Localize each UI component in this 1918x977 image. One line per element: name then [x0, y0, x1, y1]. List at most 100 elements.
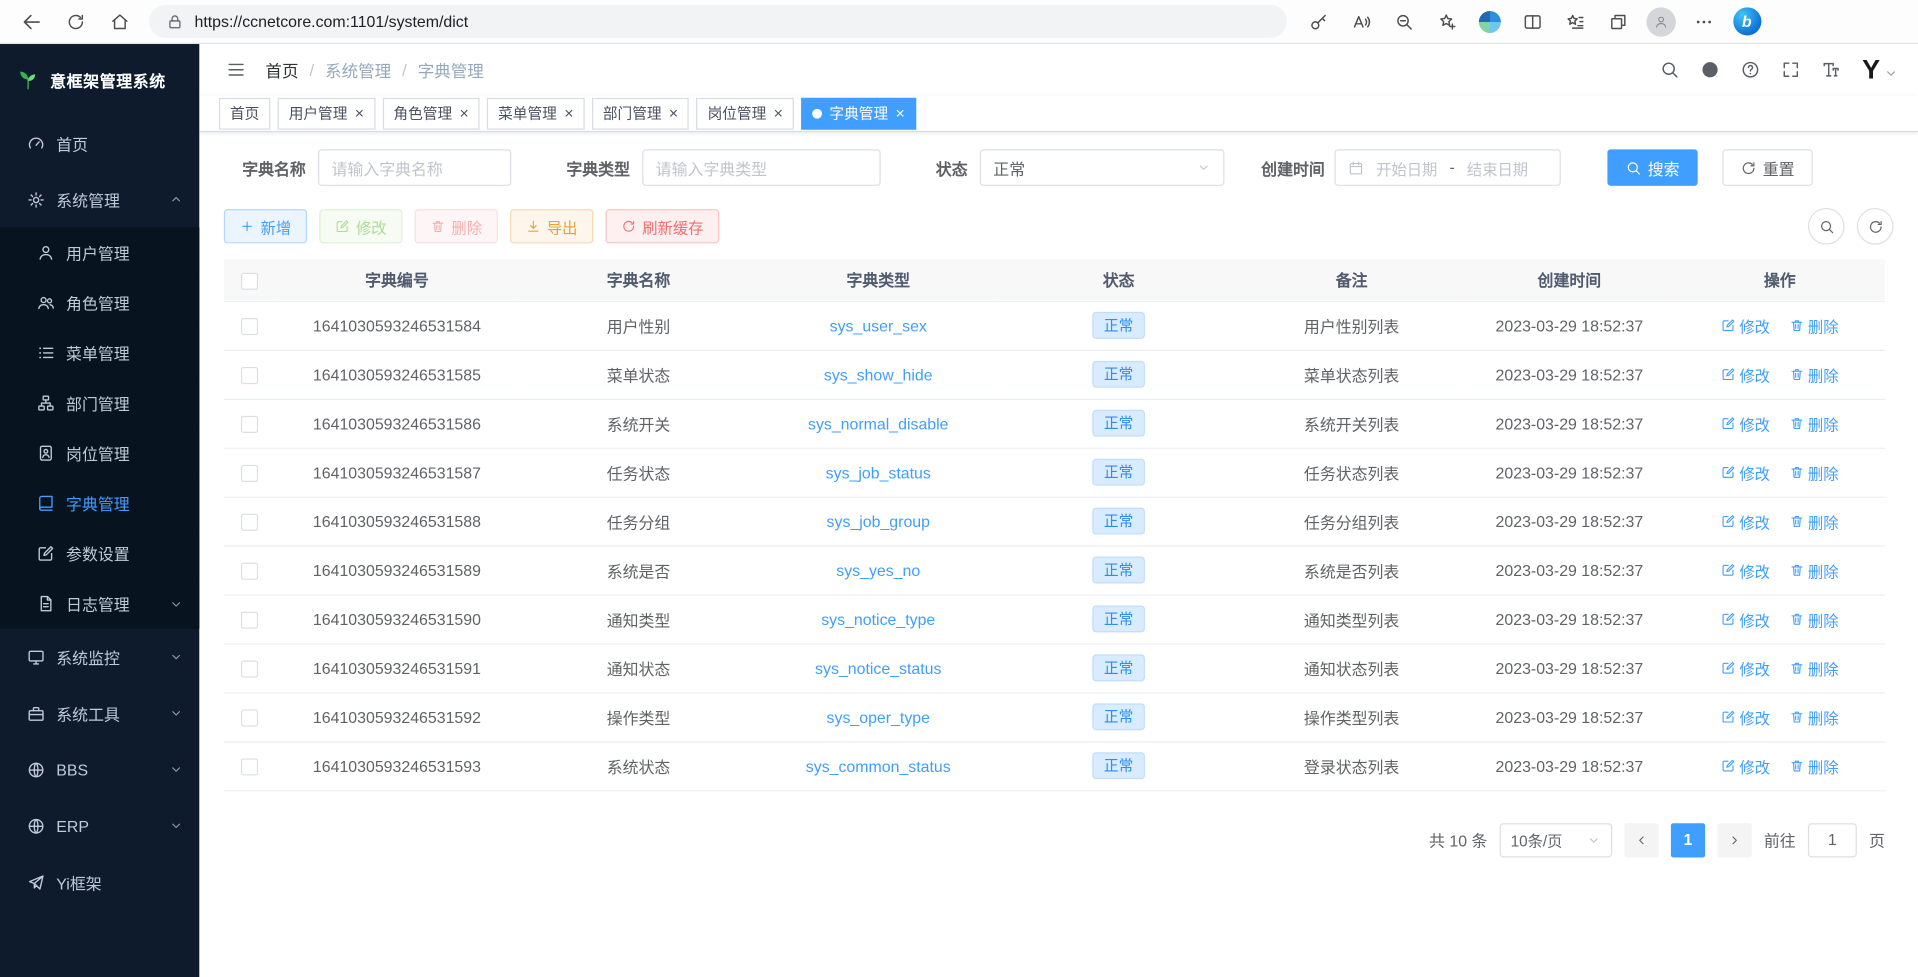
favorites-bar-icon[interactable]	[1558, 4, 1592, 38]
select-all-checkbox[interactable]	[241, 272, 258, 289]
search-button[interactable]: 搜索	[1607, 149, 1698, 186]
page-tab[interactable]: 角色管理 ×	[382, 97, 479, 129]
sidebar-item[interactable]: ERP	[0, 798, 199, 854]
user-avatar[interactable]: Y	[1862, 56, 1898, 83]
header-search-icon[interactable]	[1660, 60, 1680, 80]
status-select[interactable]: 正常	[980, 149, 1225, 186]
sidebar-item[interactable]: 菜单管理	[0, 328, 199, 378]
dict-type-link[interactable]: sys_oper_type	[827, 708, 930, 726]
browser-menu-icon[interactable]	[1687, 4, 1721, 38]
refresh-table-button[interactable]	[1857, 208, 1894, 245]
sidebar-item[interactable]: 首页	[0, 115, 199, 171]
sidebar-item[interactable]: 参数设置	[0, 528, 199, 578]
breadcrumb-item[interactable]: 首页	[265, 57, 298, 81]
tab-close-icon[interactable]: ×	[355, 105, 364, 121]
row-checkbox[interactable]	[241, 416, 258, 433]
add-favorite-icon[interactable]	[1430, 4, 1464, 38]
tab-close-icon[interactable]: ×	[895, 105, 904, 121]
dict-type-link[interactable]: sys_common_status	[806, 757, 951, 775]
page-tab[interactable]: 岗位管理 ×	[697, 97, 794, 129]
dict-type-link[interactable]: sys_job_group	[827, 512, 930, 530]
page-tab[interactable]: 字典管理 ×	[801, 97, 916, 129]
font-size-icon[interactable]	[1822, 60, 1842, 80]
add-button[interactable]: 新增	[224, 209, 307, 243]
sidebar-item[interactable]: 字典管理	[0, 478, 199, 528]
split-screen-icon[interactable]	[1516, 4, 1550, 38]
export-button[interactable]: 导出	[510, 209, 593, 243]
breadcrumb-item[interactable]: 系统管理	[325, 57, 391, 81]
page-tab[interactable]: 菜单管理 ×	[487, 97, 584, 129]
row-checkbox[interactable]	[241, 562, 258, 579]
tab-close-icon[interactable]: ×	[564, 105, 573, 121]
sidebar-toggle-button[interactable]	[219, 53, 253, 87]
goto-page-input[interactable]: 1	[1808, 823, 1857, 857]
row-checkbox[interactable]	[241, 611, 258, 628]
browser-back-button[interactable]	[10, 3, 54, 40]
page-tab[interactable]: 用户管理 ×	[278, 97, 375, 129]
row-delete-button[interactable]: 删除	[1790, 314, 1839, 337]
fullscreen-icon[interactable]	[1781, 60, 1801, 80]
row-edit-button[interactable]: 修改	[1721, 314, 1770, 337]
row-delete-button[interactable]: 删除	[1790, 705, 1839, 728]
refresh-cache-button[interactable]: 刷新缓存	[606, 209, 720, 243]
reset-button[interactable]: 重置	[1722, 149, 1813, 186]
date-range-picker[interactable]: 开始日期 - 结束日期	[1335, 149, 1561, 186]
sidebar-item[interactable]: 日志管理	[0, 579, 199, 629]
sidebar-item[interactable]: 系统工具	[0, 685, 199, 741]
next-page-button[interactable]	[1717, 823, 1751, 857]
row-edit-button[interactable]: 修改	[1721, 363, 1770, 386]
collections-icon[interactable]	[1601, 4, 1635, 38]
row-delete-button[interactable]: 删除	[1790, 461, 1839, 484]
row-edit-button[interactable]: 修改	[1721, 705, 1770, 728]
row-delete-button[interactable]: 删除	[1790, 656, 1839, 679]
edit-button[interactable]: 修改	[319, 209, 402, 243]
toggle-search-button[interactable]	[1808, 208, 1845, 245]
row-delete-button[interactable]: 删除	[1790, 363, 1839, 386]
browser-refresh-button[interactable]	[54, 3, 98, 40]
row-checkbox[interactable]	[241, 367, 258, 384]
page-tab[interactable]: 部门管理 ×	[592, 97, 689, 129]
row-checkbox[interactable]	[241, 318, 258, 335]
dict-type-link[interactable]: sys_yes_no	[836, 561, 920, 579]
address-bar[interactable]: https://ccnetcore.com:1101/system/dict	[149, 5, 1287, 38]
zoom-out-icon[interactable]	[1387, 4, 1421, 38]
tab-close-icon[interactable]: ×	[669, 105, 678, 121]
row-edit-button[interactable]: 修改	[1721, 754, 1770, 777]
dict-type-link[interactable]: sys_normal_disable	[808, 414, 949, 432]
sidebar-item[interactable]: 系统监控	[0, 629, 199, 685]
extension-pinwheel-icon[interactable]	[1473, 4, 1507, 38]
prev-page-button[interactable]	[1624, 823, 1658, 857]
row-delete-button[interactable]: 删除	[1790, 412, 1839, 435]
sidebar-item[interactable]: 岗位管理	[0, 428, 199, 478]
dict-type-input[interactable]: 请输入字典类型	[642, 149, 881, 186]
dict-type-link[interactable]: sys_job_status	[826, 463, 931, 481]
row-checkbox[interactable]	[241, 709, 258, 726]
sidebar-item[interactable]: 用户管理	[0, 228, 199, 278]
page-size-select[interactable]: 10条/页	[1500, 823, 1613, 857]
current-page-button[interactable]: 1	[1671, 823, 1705, 857]
sidebar-item[interactable]: BBS	[0, 741, 199, 797]
sidebar-item[interactable]: 角色管理	[0, 278, 199, 328]
browser-profile-avatar[interactable]	[1644, 4, 1678, 38]
row-delete-button[interactable]: 删除	[1790, 607, 1839, 630]
tab-close-icon[interactable]: ×	[774, 105, 783, 121]
row-edit-button[interactable]: 修改	[1721, 461, 1770, 484]
row-edit-button[interactable]: 修改	[1721, 412, 1770, 435]
sidebar-item[interactable]: 部门管理	[0, 378, 199, 428]
tab-close-icon[interactable]: ×	[459, 105, 468, 121]
row-edit-button[interactable]: 修改	[1721, 558, 1770, 581]
row-checkbox[interactable]	[241, 758, 258, 775]
row-edit-button[interactable]: 修改	[1721, 509, 1770, 532]
row-delete-button[interactable]: 删除	[1790, 754, 1839, 777]
password-key-icon[interactable]	[1301, 4, 1335, 38]
row-edit-button[interactable]: 修改	[1721, 656, 1770, 679]
row-checkbox[interactable]	[241, 660, 258, 677]
sidebar-item[interactable]: Yi框架	[0, 854, 199, 910]
bing-chat-icon[interactable]	[1730, 4, 1764, 38]
app-logo[interactable]: 意框架管理系统	[0, 44, 199, 115]
dict-type-link[interactable]: sys_show_hide	[824, 365, 933, 383]
row-edit-button[interactable]: 修改	[1721, 607, 1770, 630]
sidebar-item[interactable]: 系统管理	[0, 171, 199, 227]
help-icon[interactable]	[1741, 60, 1761, 80]
dict-type-link[interactable]: sys_notice_type	[821, 610, 935, 628]
